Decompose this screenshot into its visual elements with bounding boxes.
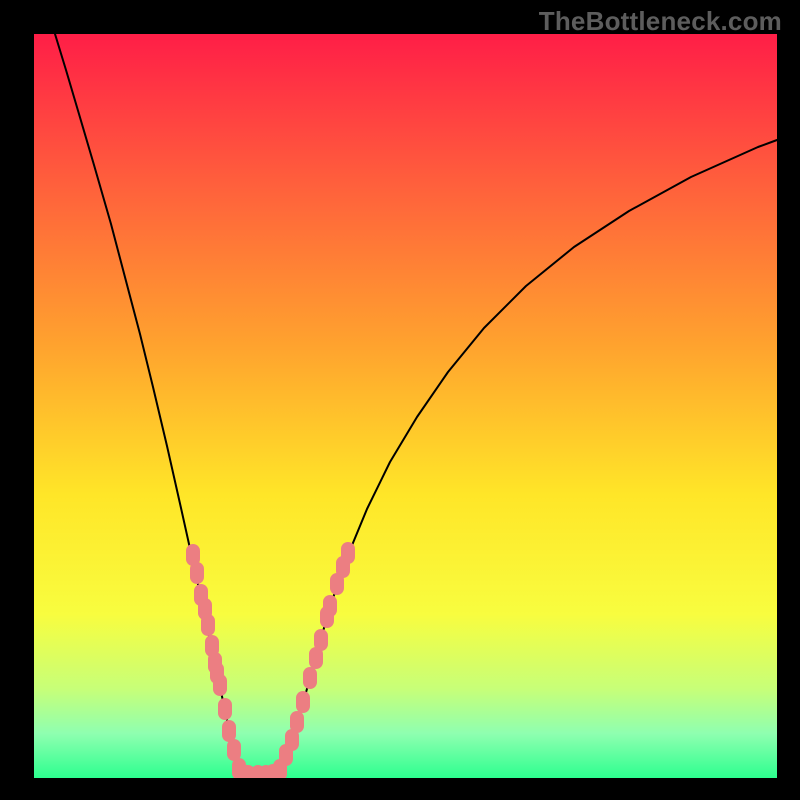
data-marker bbox=[201, 614, 215, 636]
data-marker bbox=[290, 711, 304, 733]
chart-svg bbox=[34, 34, 777, 778]
data-marker bbox=[222, 720, 236, 742]
data-marker bbox=[323, 595, 337, 617]
watermark-text: TheBottleneck.com bbox=[539, 6, 782, 37]
gradient-background bbox=[34, 34, 777, 778]
data-marker bbox=[303, 667, 317, 689]
data-marker bbox=[314, 629, 328, 651]
chart-frame: TheBottleneck.com bbox=[0, 0, 800, 800]
data-marker bbox=[218, 698, 232, 720]
data-marker bbox=[296, 691, 310, 713]
data-marker bbox=[227, 739, 241, 761]
data-marker bbox=[341, 542, 355, 564]
plot-area bbox=[34, 34, 777, 778]
data-marker bbox=[213, 674, 227, 696]
data-marker bbox=[190, 562, 204, 584]
